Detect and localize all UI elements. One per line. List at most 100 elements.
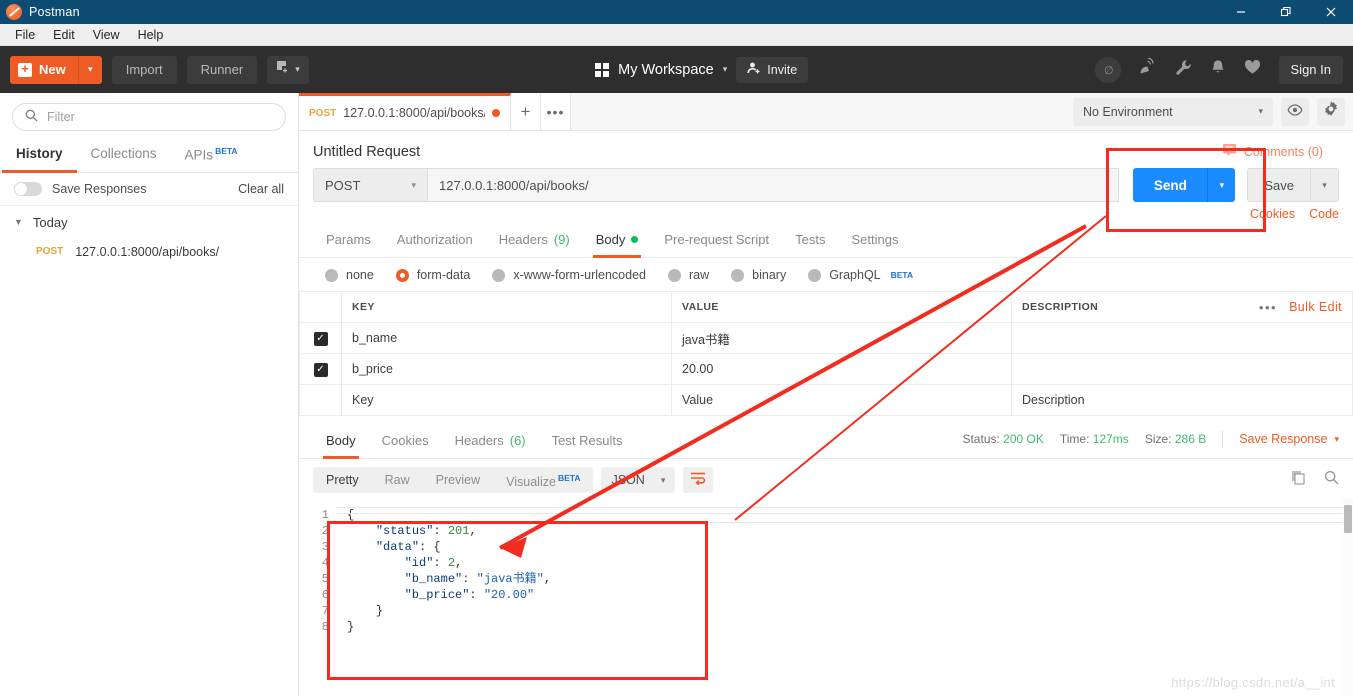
restore-icon[interactable] [1263, 0, 1308, 24]
response-tab-cookies[interactable]: Cookies [369, 424, 442, 458]
request-tab[interactable]: POST 127.0.0.1:8000/api/books/ [299, 93, 511, 130]
tab-headers-label: Headers [498, 232, 548, 247]
save-options-button[interactable]: ▾ [1311, 168, 1339, 202]
heart-icon[interactable] [1244, 59, 1261, 80]
table-options-button[interactable]: ••• [1259, 300, 1277, 315]
new-row-key-input[interactable]: Key [341, 384, 672, 416]
new-window-button[interactable]: ▾ [267, 55, 309, 84]
menu-item-edit[interactable]: Edit [44, 24, 84, 46]
code-link[interactable]: Code [1309, 207, 1339, 221]
row-key[interactable]: b_price [341, 353, 672, 385]
close-icon[interactable] [1308, 0, 1353, 24]
save-responses-toggle[interactable] [14, 181, 42, 196]
import-button[interactable]: Import [111, 55, 177, 84]
chevron-down-icon: ▾ [1258, 106, 1263, 116]
list-item[interactable]: POST 127.0.0.1:8000/api/books/ [0, 239, 298, 265]
row-value[interactable]: java书籍 [671, 322, 1012, 354]
environment-quick-look-button[interactable] [1281, 97, 1309, 126]
row-key[interactable]: b_name [341, 322, 672, 354]
history-item-url: 127.0.0.1:8000/api/books/ [75, 244, 220, 259]
radio-binary[interactable]: binary [731, 268, 786, 282]
response-tab-headers[interactable]: Headers (6) [442, 424, 539, 458]
new-row-value-input[interactable]: Value [671, 384, 1012, 416]
radio-graphql[interactable]: GraphQL BETA [808, 268, 913, 282]
beta-badge: BETA [890, 270, 914, 280]
request-tab-method: POST [309, 107, 337, 119]
new-tab-button[interactable]: + [511, 93, 541, 130]
workspace-name[interactable]: My Workspace [618, 62, 714, 78]
sidebar-tab-history[interactable]: History [2, 139, 77, 172]
tab-headers[interactable]: Headers (9) [486, 223, 583, 257]
settings-button[interactable] [1317, 97, 1345, 126]
copy-icon[interactable] [1291, 470, 1306, 490]
runner-button[interactable]: Runner [186, 55, 258, 84]
cookies-link[interactable]: Cookies [1250, 207, 1295, 221]
radio-x-www-form-urlencoded[interactable]: x-www-form-urlencoded [492, 268, 646, 282]
tab-body[interactable]: Body [583, 223, 652, 258]
row-checkbox[interactable]: ✓ [313, 363, 328, 377]
new-button[interactable]: + New [10, 55, 78, 84]
interceptor-off-icon[interactable]: ∅ [1094, 56, 1121, 83]
filter-input[interactable]: Filter [12, 103, 286, 131]
row-value[interactable]: 20.00 [671, 353, 1012, 385]
wrench-icon[interactable] [1175, 59, 1192, 81]
comments-button[interactable]: Comments (0) [1222, 143, 1339, 160]
url-input[interactable]: 127.0.0.1:8000/api/books/ [427, 168, 1120, 202]
line-number: 8 [321, 620, 329, 634]
sign-in-button[interactable]: Sign In [1278, 55, 1343, 84]
sidebar-tab-collections[interactable]: Collections [77, 139, 171, 172]
view-tab-pretty[interactable]: Pretty [313, 467, 372, 493]
scrollbar-thumb[interactable] [1344, 505, 1352, 533]
new-row-description-input[interactable]: Description [1011, 384, 1353, 416]
plus-icon: + [18, 62, 32, 77]
response-tab-body[interactable]: Body [313, 424, 369, 459]
vertical-scrollbar[interactable] [1343, 499, 1353, 696]
bell-icon[interactable] [1210, 59, 1226, 81]
view-tab-raw[interactable]: Raw [372, 467, 423, 493]
horizontal-scrollbar[interactable] [337, 513, 1343, 514]
tab-options-button[interactable]: ••• [541, 93, 571, 130]
send-button[interactable]: Send [1133, 168, 1208, 202]
radio-none[interactable]: none [325, 268, 374, 282]
save-button[interactable]: Save [1247, 168, 1311, 202]
tab-pre-request-script[interactable]: Pre-request Script [651, 223, 782, 257]
search-icon[interactable] [1324, 470, 1339, 490]
radio-form-data[interactable]: form-data [395, 268, 470, 282]
chevron-down-icon[interactable]: ▾ [723, 64, 728, 75]
tab-params[interactable]: Params [313, 223, 384, 257]
row-checkbox[interactable]: ✓ [313, 332, 328, 346]
tab-authorization[interactable]: Authorization [384, 223, 486, 257]
send-options-button[interactable]: ▾ [1207, 168, 1236, 202]
environment-select[interactable]: No Environment ▾ [1073, 97, 1273, 126]
menu-item-view[interactable]: View [84, 24, 129, 46]
row-description[interactable] [1011, 353, 1353, 385]
tab-tests[interactable]: Tests [782, 223, 838, 257]
invite-button[interactable]: Invite [736, 56, 809, 83]
word-wrap-button[interactable] [683, 467, 714, 493]
history-group-today[interactable]: ▼ Today [0, 206, 298, 239]
minimize-icon[interactable] [1218, 0, 1263, 24]
response-body-viewer[interactable]: 1 2 3 4 5 6 7 8 { "status": 201, "data":… [299, 499, 1353, 696]
bulk-edit-button[interactable]: Bulk Edit [1289, 300, 1342, 314]
response-tab-test-results[interactable]: Test Results [539, 424, 636, 458]
menu-bar: File Edit View Help [0, 24, 1353, 46]
save-response-button[interactable]: Save Response ▾ [1239, 432, 1339, 446]
satellite-icon[interactable] [1139, 57, 1157, 81]
save-response-label: Save Response [1239, 432, 1328, 446]
sidebar-tab-apis[interactable]: APIs BETA [171, 139, 252, 172]
url-value: 127.0.0.1:8000/api/books/ [439, 177, 589, 193]
menu-item-help[interactable]: Help [129, 24, 173, 46]
method-select[interactable]: POST ▾ [313, 168, 427, 202]
view-tab-visualize[interactable]: Visualize BETA [493, 465, 593, 495]
radio-raw[interactable]: raw [668, 268, 709, 282]
response-format-select[interactable]: JSON ▾ [601, 467, 676, 493]
new-dropdown-button[interactable]: ▾ [77, 55, 102, 84]
view-tab-preview[interactable]: Preview [423, 467, 493, 493]
menu-item-file[interactable]: File [6, 24, 44, 46]
row-description[interactable] [1011, 322, 1353, 354]
clear-all-button[interactable]: Clear all [238, 182, 284, 196]
request-section-tabs: Params Authorization Headers (9) Body Pr… [299, 223, 1353, 258]
sidebar-tab-apis-label: APIs [184, 147, 214, 163]
tab-settings[interactable]: Settings [838, 223, 911, 257]
table-row-placeholder: Key Value Description [299, 384, 1353, 416]
